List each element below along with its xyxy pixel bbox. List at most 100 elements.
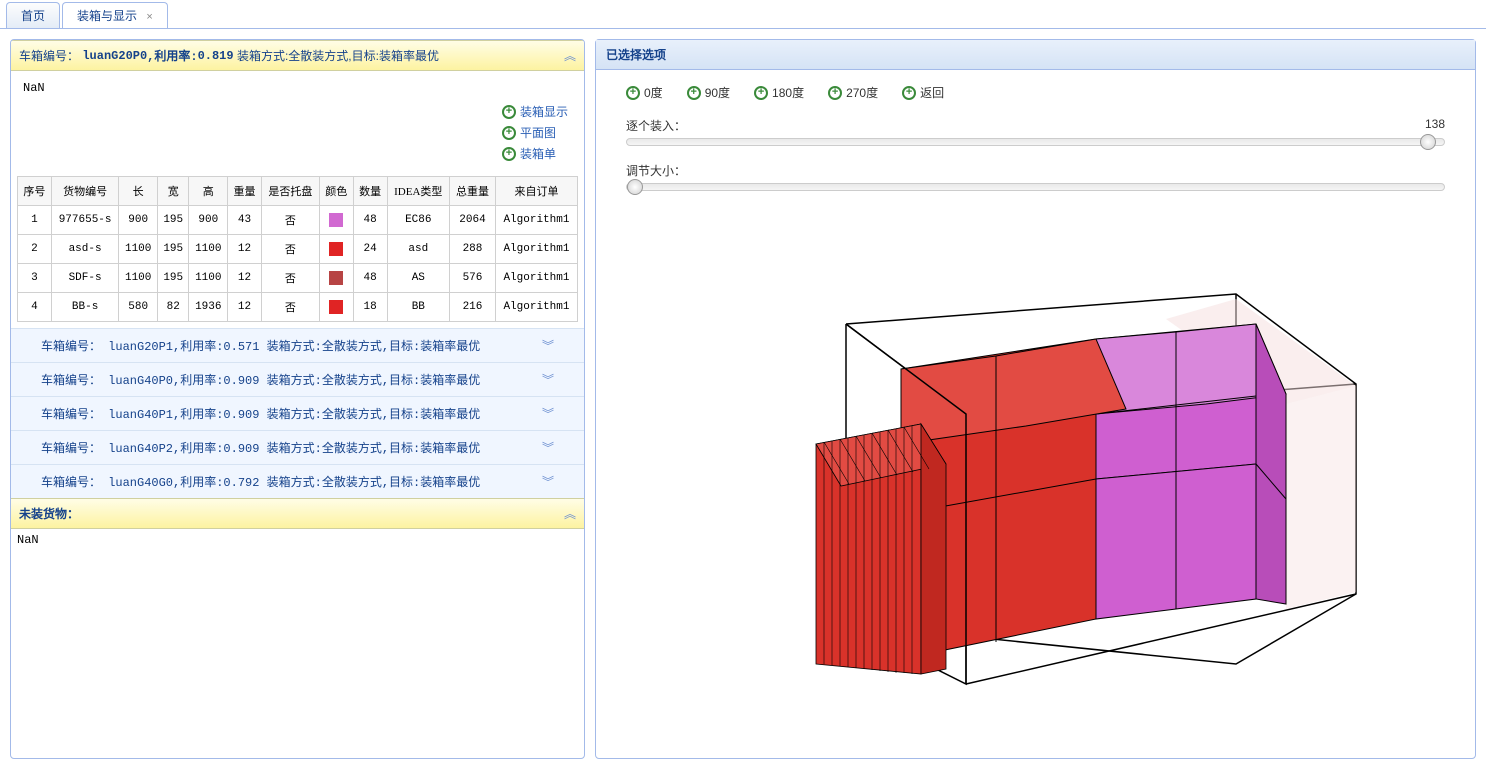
container-row-collapsed[interactable]: 车箱编号： luanG40G0,利用率:0.792 装箱方式:全散装方式,目标:…: [11, 464, 584, 498]
table-row[interactable]: 4BB-s58082193612否18BB216Algorithm1: [18, 293, 578, 322]
chevron-down-icon: ︾: [542, 405, 554, 422]
cell-wgt: 12: [228, 293, 262, 322]
cell-wgt: 12: [228, 235, 262, 264]
slider-thumb[interactable]: [1420, 134, 1436, 150]
cell-cargoId: SDF-s: [51, 264, 119, 293]
cell-pallet: 否: [261, 293, 319, 322]
cell-qty: 24: [353, 235, 387, 264]
rotate-270-button[interactable]: +270度: [828, 84, 878, 101]
unloaded-header[interactable]: 未装货物： ︽: [11, 498, 584, 529]
plus-icon: +: [754, 86, 768, 100]
packing-list-button[interactable]: + 装箱单: [502, 145, 568, 162]
plus-icon: +: [502, 105, 516, 119]
close-icon[interactable]: ×: [146, 11, 152, 23]
tab-home[interactable]: 首页: [6, 2, 60, 28]
cell-wid: 195: [158, 235, 189, 264]
cell-color: [319, 264, 353, 293]
table-row[interactable]: 2asd-s1100195110012否24asd288Algorithm1: [18, 235, 578, 264]
3d-visualization[interactable]: [596, 199, 1475, 758]
cell-seq: 1: [18, 206, 52, 235]
color-swatch: [329, 242, 343, 256]
cell-ideaType: AS: [387, 264, 450, 293]
rot-label: 0度: [644, 84, 663, 101]
plus-icon: +: [687, 86, 701, 100]
rotate-0-button[interactable]: +0度: [626, 84, 663, 101]
cell-wgt: 12: [228, 264, 262, 293]
cell-hei: 1936: [189, 293, 228, 322]
cell-qty: 48: [353, 264, 387, 293]
tab-pack-display[interactable]: 装箱与显示 ×: [62, 2, 168, 28]
cell-fromOrder: Algorithm1: [495, 293, 577, 322]
cell-len: 580: [119, 293, 158, 322]
tab-label: 装箱与显示: [77, 9, 137, 23]
chevron-down-icon: ︾: [542, 337, 554, 354]
container-summary: 车箱编号： luanG20P1,利用率:0.571 装箱方式:全散装方式,目标:…: [41, 337, 480, 354]
cell-fromOrder: Algorithm1: [495, 206, 577, 235]
cell-cargoId: 977655-s: [51, 206, 119, 235]
rate-label: ,利用率:: [147, 47, 197, 64]
load-slider[interactable]: [626, 138, 1445, 146]
container-row-collapsed[interactable]: 车箱编号： luanG40P1,利用率:0.909 装箱方式:全散装方式,目标:…: [11, 396, 584, 430]
cell-pallet: 否: [261, 206, 319, 235]
table-row[interactable]: 3SDF-s1100195110012否48AS576Algorithm1: [18, 264, 578, 293]
cell-color: [319, 293, 353, 322]
chevron-up-icon: ︽: [564, 505, 576, 522]
container-row-collapsed[interactable]: 车箱编号： luanG40P2,利用率:0.909 装箱方式:全散装方式,目标:…: [11, 430, 584, 464]
left-panel: 车箱编号： luanG20P0 ,利用率: 0.819 装箱方式: 全散装方式 …: [10, 39, 585, 759]
cargo-table: 序号 货物编号 长 宽 高 重量 是否托盘 颜色 数量 IDEA类型 总重量 来…: [17, 176, 578, 322]
cell-len: 1100: [119, 235, 158, 264]
cell-fromOrder: Algorithm1: [495, 235, 577, 264]
unloaded-label: 未装货物：: [19, 505, 79, 522]
table-row[interactable]: 1977655-s90019590043否48EC862064Algorithm…: [18, 206, 578, 235]
rotate-90-button[interactable]: +90度: [687, 84, 730, 101]
cell-wid: 195: [158, 264, 189, 293]
container-header-expanded[interactable]: 车箱编号： luanG20P0 ,利用率: 0.819 装箱方式: 全散装方式 …: [11, 40, 584, 71]
cell-cargoId: BB-s: [51, 293, 119, 322]
tab-bar: 首页 装箱与显示 ×: [0, 0, 1486, 29]
cell-len: 900: [119, 206, 158, 235]
cell-ideaType: asd: [387, 235, 450, 264]
cell-wid: 82: [158, 293, 189, 322]
container-summary: 车箱编号： luanG40P0,利用率:0.909 装箱方式:全散装方式,目标:…: [41, 371, 480, 388]
rotate-180-button[interactable]: +180度: [754, 84, 804, 101]
slider-thumb[interactable]: [627, 179, 643, 195]
size-slider[interactable]: [626, 183, 1445, 191]
container-summary: 车箱编号： luanG40G0,利用率:0.792 装箱方式:全散装方式,目标:…: [41, 473, 480, 490]
header-prefix: 车箱编号：: [19, 47, 79, 64]
right-panel: 已选择选项 +0度 +90度 +180度 +270度 + 返回 逐个装入： 138…: [595, 39, 1476, 759]
cell-wgt: 43: [228, 206, 262, 235]
plus-icon: +: [902, 86, 916, 100]
plan-view-button[interactable]: + 平面图: [502, 124, 568, 141]
back-button[interactable]: + 返回: [902, 84, 944, 101]
cell-qty: 48: [353, 206, 387, 235]
cell-wid: 195: [158, 206, 189, 235]
container-summary: 车箱编号： luanG40P1,利用率:0.909 装箱方式:全散装方式,目标:…: [41, 405, 480, 422]
method-label: 装箱方式:: [237, 47, 288, 64]
cell-totalWgt: 216: [450, 293, 496, 322]
th-idea: IDEA类型: [387, 177, 450, 206]
rotation-buttons: +0度 +90度 +180度 +270度 + 返回: [596, 70, 1475, 109]
cell-totalWgt: 576: [450, 264, 496, 293]
right-panel-header: 已选择选项: [596, 40, 1475, 70]
nan-text-2: NaN: [11, 529, 584, 551]
color-swatch: [329, 271, 343, 285]
container-row-collapsed[interactable]: 车箱编号： luanG20P1,利用率:0.571 装箱方式:全散装方式,目标:…: [11, 328, 584, 362]
container-row-collapsed[interactable]: 车箱编号： luanG40P0,利用率:0.909 装箱方式:全散装方式,目标:…: [11, 362, 584, 396]
target-label: ,目标:: [348, 47, 379, 64]
cell-ideaType: EC86: [387, 206, 450, 235]
table-header-row: 序号 货物编号 长 宽 高 重量 是否托盘 颜色 数量 IDEA类型 总重量 来…: [18, 177, 578, 206]
cell-fromOrder: Algorithm1: [495, 264, 577, 293]
th-total: 总重量: [450, 177, 496, 206]
method-value: 全散装方式: [288, 47, 348, 64]
cell-hei: 1100: [189, 264, 228, 293]
plus-icon: +: [502, 147, 516, 161]
th-len: 长: [119, 177, 158, 206]
show-packing-button[interactable]: + 装箱显示: [502, 103, 568, 120]
cell-totalWgt: 2064: [450, 206, 496, 235]
th-cargo-id: 货物编号: [51, 177, 119, 206]
th-wgt: 重量: [228, 177, 262, 206]
rot-label: 返回: [920, 84, 944, 101]
cell-color: [319, 235, 353, 264]
plus-icon: +: [828, 86, 842, 100]
load-slider-block: 逐个装入： 138: [596, 109, 1475, 154]
